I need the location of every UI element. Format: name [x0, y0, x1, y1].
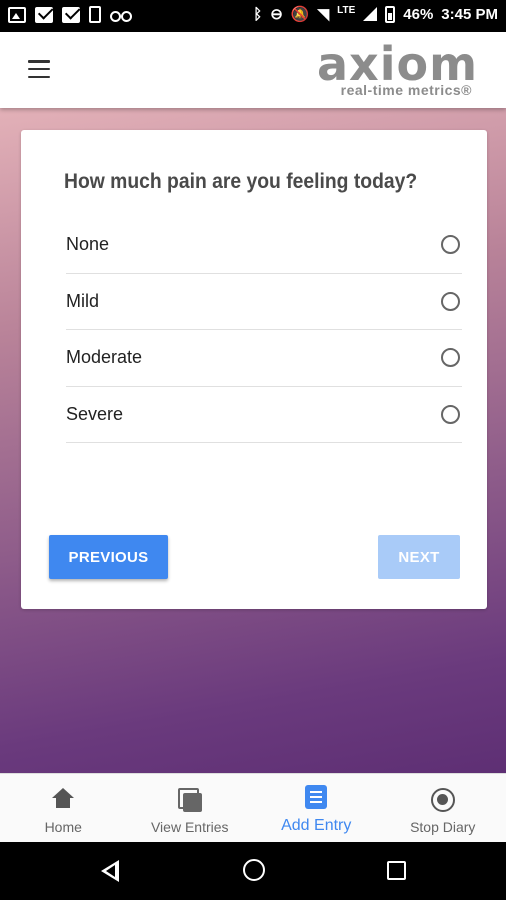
wifi-icon: ◥ — [317, 6, 330, 23]
question-text: How much pain are you feeling today? — [64, 170, 418, 193]
gmail-notification-icon — [35, 6, 53, 23]
option-none[interactable]: None — [66, 217, 462, 274]
answer-options: None Mild Moderate Severe — [66, 217, 462, 443]
system-indicators: ᛒ ⊖ 🔕 ◥ LTE 46% 3:45 PM — [253, 5, 498, 23]
bottom-navigation: Home View Entries Add Entry Stop Diary — [0, 773, 506, 842]
option-moderate[interactable]: Moderate — [66, 330, 462, 387]
radio-button[interactable] — [441, 348, 460, 368]
phone-notification-icon — [89, 6, 101, 23]
logo-tagline: real-time metrics® — [340, 82, 472, 98]
radio-button[interactable] — [441, 404, 460, 424]
content-area: How much pain are you feeling today? Non… — [0, 108, 506, 773]
email-notification-icon — [62, 6, 80, 23]
nav-label: Home — [44, 819, 82, 835]
battery-percent: 46% — [403, 5, 434, 23]
recent-apps-icon[interactable] — [387, 861, 406, 880]
home-circle-icon[interactable] — [243, 859, 265, 881]
home-icon — [52, 788, 75, 810]
previous-button[interactable]: PREVIOUS — [49, 535, 168, 579]
do-not-disturb-icon: ⊖ — [270, 6, 283, 23]
option-label: None — [66, 234, 110, 255]
network-type: LTE — [337, 5, 356, 16]
image-notification-icon — [8, 6, 26, 23]
option-label: Moderate — [66, 347, 143, 368]
nav-stop-diary[interactable]: Stop Diary — [380, 774, 506, 842]
signal-icon — [363, 7, 378, 21]
nav-label: Add Entry — [281, 817, 352, 834]
system-navigation-bar — [0, 842, 506, 900]
add-entry-icon — [305, 785, 328, 809]
option-label: Severe — [66, 403, 124, 424]
survey-card: How much pain are you feeling today? Non… — [21, 130, 487, 609]
status-bar: ᛒ ⊖ 🔕 ◥ LTE 46% 3:45 PM — [0, 0, 506, 32]
option-severe[interactable]: Severe — [66, 387, 462, 443]
option-label: Mild — [66, 290, 100, 311]
nav-label: Stop Diary — [410, 819, 476, 835]
axiom-logo: axiom real-time metrics® — [298, 36, 478, 102]
nav-add-entry[interactable]: Add Entry — [253, 774, 380, 842]
app-bar: axiom real-time metrics® — [0, 32, 506, 108]
voicemail-icon — [110, 7, 132, 23]
radio-button[interactable] — [441, 291, 460, 311]
option-mild[interactable]: Mild — [66, 274, 462, 330]
nav-view-entries[interactable]: View Entries — [127, 774, 254, 842]
clock: 3:45 PM — [441, 5, 498, 23]
nav-label: View Entries — [150, 819, 229, 835]
next-button[interactable]: NEXT — [378, 535, 460, 579]
battery-icon — [385, 5, 396, 23]
notification-icons — [8, 6, 132, 23]
bluetooth-icon: ᛒ — [253, 5, 263, 23]
stop-icon — [430, 788, 455, 812]
back-icon[interactable] — [101, 860, 119, 882]
entries-icon — [177, 788, 202, 812]
hamburger-menu-icon[interactable] — [28, 60, 50, 78]
radio-button[interactable] — [441, 235, 460, 255]
nav-home[interactable]: Home — [0, 774, 127, 842]
muted-bell-icon: 🔕 — [290, 6, 310, 23]
